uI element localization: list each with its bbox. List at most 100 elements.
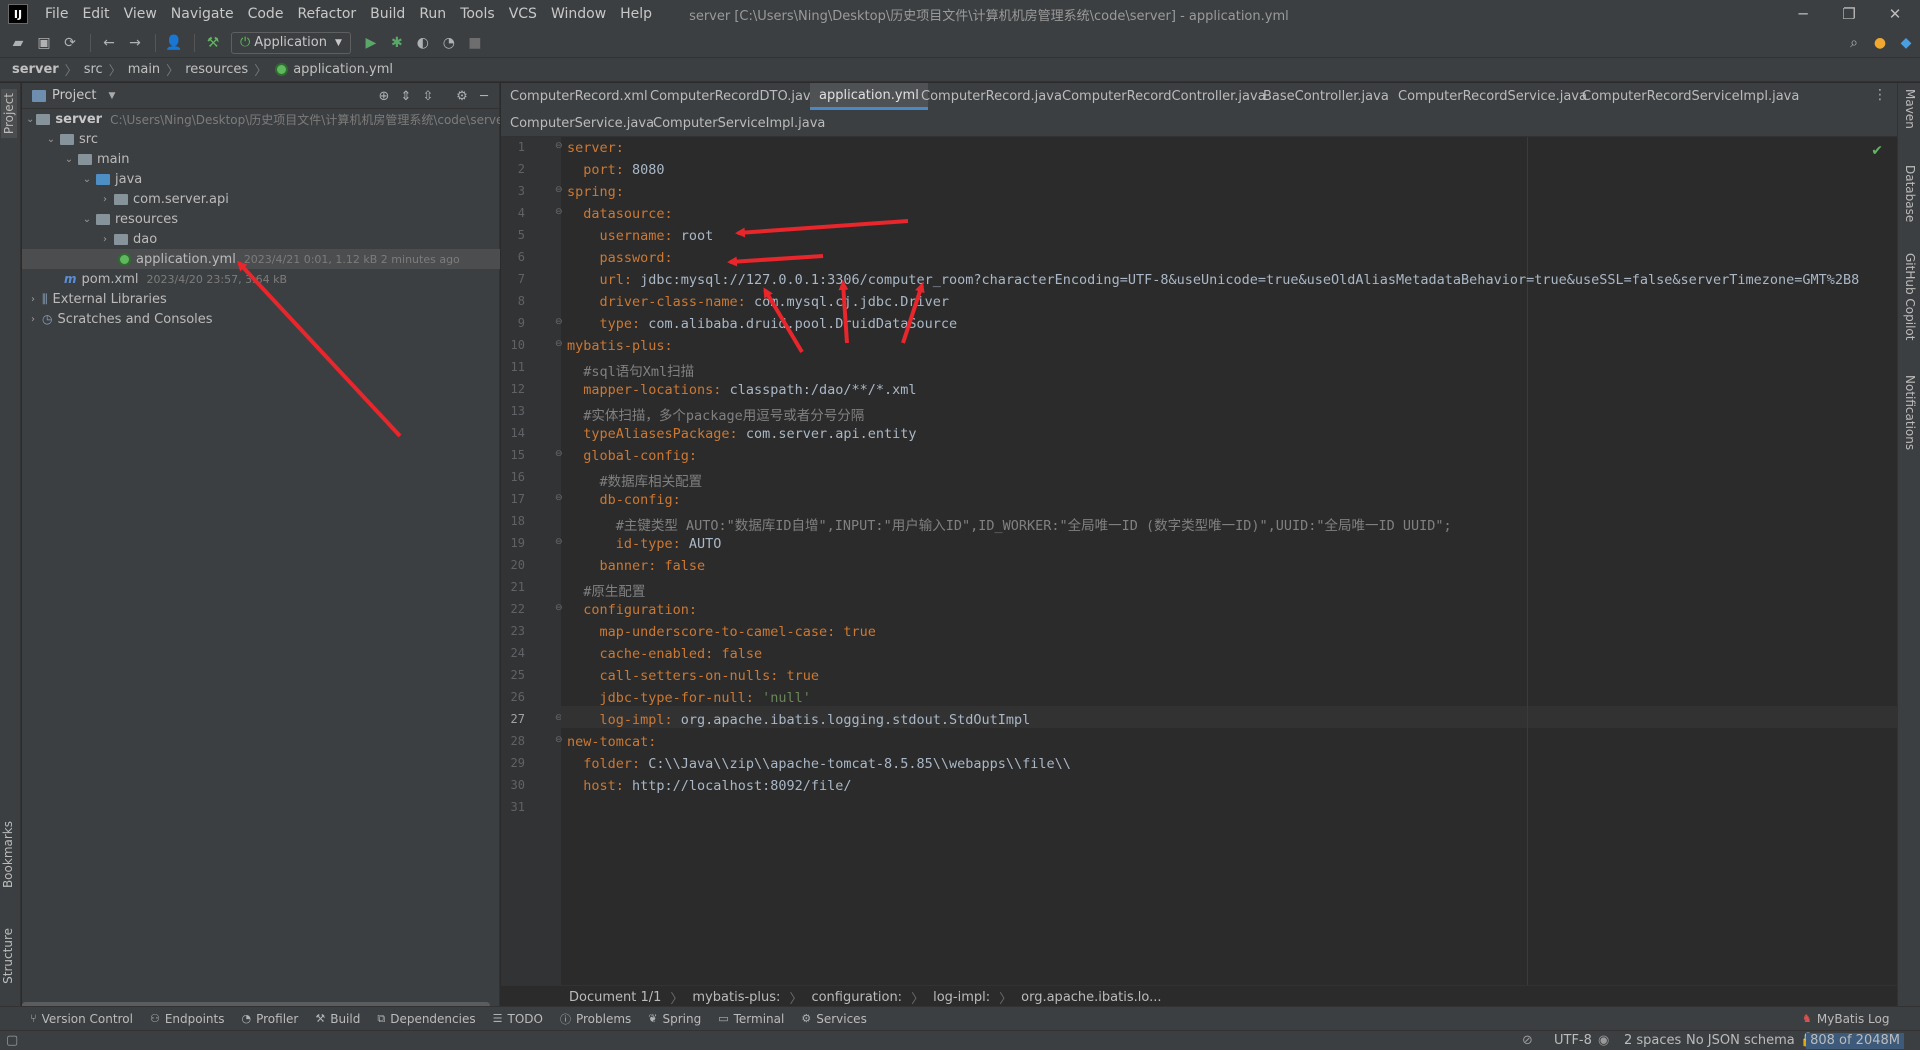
- mybatis-log-button[interactable]: ♞ MyBatis Log: [1802, 1012, 1889, 1026]
- project-tool-button[interactable]: Project: [1, 89, 17, 139]
- code-line[interactable]: db-config:: [567, 492, 681, 508]
- intellij-logo-icon[interactable]: IJ: [8, 4, 28, 24]
- minimize-button[interactable]: ─: [1780, 0, 1826, 28]
- code-line[interactable]: call-setters-on-nulls: true: [567, 668, 819, 684]
- code-line[interactable]: mybatis-plus:: [567, 338, 673, 354]
- gear-icon[interactable]: ⚙: [451, 86, 473, 106]
- code-line[interactable]: driver-class-name: com.mysql.cj.jdbc.Dri…: [567, 294, 950, 310]
- menu-code[interactable]: Code: [241, 0, 291, 28]
- chevron-down-icon[interactable]: ⌄: [44, 134, 58, 145]
- code-line[interactable]: id-type: AUTO: [567, 536, 722, 552]
- fold-marker-icon[interactable]: ⊖: [555, 185, 563, 195]
- tree-item-src[interactable]: ⌄ src: [22, 129, 500, 149]
- coverage-icon[interactable]: ◐: [411, 31, 435, 55]
- expand-all-icon[interactable]: ⇕: [395, 86, 417, 106]
- menu-run[interactable]: Run: [412, 0, 453, 28]
- tab-computerrecord-java[interactable]: ComputerRecord.java: [912, 83, 1071, 110]
- open-folder-icon[interactable]: ▰: [6, 31, 30, 55]
- breadcrumb-main[interactable]: main: [128, 62, 160, 77]
- code-line[interactable]: banner: false: [567, 558, 706, 574]
- code-line[interactable]: log-impl: org.apache.ibatis.logging.stdo…: [567, 712, 1031, 728]
- code-line[interactable]: url: jdbc:mysql://127.0.0.1:3306/compute…: [567, 272, 1860, 288]
- fold-marker-icon[interactable]: ⊖: [555, 603, 563, 613]
- forward-arrow-icon[interactable]: →: [123, 31, 147, 55]
- code-line[interactable]: jdbc-type-for-null: 'null': [567, 690, 811, 706]
- todo-button[interactable]: ☰ TODO: [493, 1012, 543, 1026]
- run-icon[interactable]: ▶: [359, 31, 383, 55]
- fold-marker-icon[interactable]: ⊖: [555, 141, 563, 151]
- maven-tool-button[interactable]: Maven: [1903, 89, 1917, 129]
- fold-marker-icon[interactable]: ⊖: [555, 339, 563, 349]
- github-copilot-tool-button[interactable]: GitHub Copilot: [1903, 253, 1917, 340]
- tab-computerrecordserviceimpl-java[interactable]: ComputerRecordServiceImpl.java: [1573, 83, 1808, 110]
- tree-item-resources[interactable]: ⌄ resources: [22, 209, 500, 229]
- code-line[interactable]: username: root: [567, 228, 714, 244]
- code-line[interactable]: new-tomcat:: [567, 734, 656, 750]
- chevron-down-icon[interactable]: ⌄: [80, 174, 94, 185]
- menu-build[interactable]: Build: [363, 0, 412, 28]
- no-problems-check-icon[interactable]: ✔: [1871, 143, 1883, 159]
- fold-marker-icon[interactable]: ⊖: [555, 317, 563, 327]
- crumb-document[interactable]: Document 1/1: [569, 990, 661, 1005]
- menu-refactor[interactable]: Refactor: [290, 0, 363, 28]
- code-line[interactable]: type: com.alibaba.druid.pool.DruidDataSo…: [567, 316, 958, 332]
- code-line[interactable]: cache-enabled: false: [567, 646, 763, 662]
- crumb-mybatis-plus[interactable]: mybatis-plus:: [692, 990, 780, 1005]
- menu-window[interactable]: Window: [544, 0, 613, 28]
- dependencies-button[interactable]: ⧉ Dependencies: [377, 1012, 475, 1026]
- breadcrumb-resources[interactable]: resources: [185, 62, 248, 77]
- tree-item-server[interactable]: ⌄ server C:\Users\Ning\Desktop\历史项目文件\计算…: [22, 109, 500, 129]
- version-control-button[interactable]: ⑂ Version Control: [30, 1012, 133, 1026]
- memory-indicator[interactable]: 808 of 2048M: [1806, 1033, 1904, 1049]
- project-view-selector[interactable]: Project: [52, 88, 96, 103]
- code-line[interactable]: map-underscore-to-camel-case: true: [567, 624, 876, 640]
- tree-item-application-yml[interactable]: application.yml 2023/4/21 0:01, 1.12 kB …: [22, 249, 500, 269]
- code-line[interactable]: password:: [567, 250, 673, 266]
- menu-edit[interactable]: Edit: [75, 0, 116, 28]
- tree-item-dao[interactable]: › dao: [22, 229, 500, 249]
- chevron-right-icon[interactable]: ›: [98, 194, 112, 205]
- database-tool-button[interactable]: Database: [1903, 165, 1917, 222]
- code-line[interactable]: #主键类型 AUTO:"数据库ID自增",INPUT:"用户输入ID",ID_W…: [567, 514, 1452, 534]
- menu-navigate[interactable]: Navigate: [164, 0, 241, 28]
- build-button[interactable]: ⚒ Build: [315, 1012, 360, 1026]
- breadcrumb-src[interactable]: src: [84, 62, 103, 77]
- tab-computerrecorddto-java[interactable]: ComputerRecordDTO.java: [641, 83, 828, 110]
- code-line[interactable]: port: 8080: [567, 162, 664, 178]
- tab-computerserviceimpl-java[interactable]: ComputerServiceImpl.java: [644, 110, 834, 137]
- code-line[interactable]: folder: C:\\Java\\zip\\apache-tomcat-8.5…: [567, 756, 1071, 772]
- code-line[interactable]: typeAliasesPackage: com.server.api.entit…: [567, 426, 916, 442]
- fold-marker-icon[interactable]: ⊖: [555, 735, 563, 745]
- hidden-icon[interactable]: ⊘: [1522, 1033, 1533, 1048]
- stop-icon[interactable]: ■: [463, 31, 487, 55]
- crumb-value[interactable]: org.apache.ibatis.lo...: [1021, 990, 1161, 1005]
- tree-item-pom-xml[interactable]: m pom.xml 2023/4/20 23:57, 3.64 kB: [22, 269, 500, 289]
- save-all-icon[interactable]: ▣: [32, 31, 56, 55]
- bookmarks-tool-button[interactable]: Bookmarks: [1, 821, 15, 888]
- code-line[interactable]: mapper-locations: classpath:/dao/**/*.xm…: [567, 382, 916, 398]
- synchronize-icon[interactable]: ⟳: [58, 31, 82, 55]
- menu-vcs[interactable]: VCS: [502, 0, 544, 28]
- spring-button[interactable]: ❦ Spring: [648, 1012, 701, 1026]
- fold-marker-icon[interactable]: ⊖: [555, 449, 563, 459]
- tab-computerrecord-xml[interactable]: ComputerRecord.xml: [501, 83, 657, 110]
- chevron-down-icon[interactable]: ▼: [108, 91, 115, 101]
- code-line[interactable]: #sql语句Xml扫描: [567, 360, 694, 380]
- locate-file-icon[interactable]: ⊕: [373, 86, 395, 106]
- tab-computerrecordservice-java[interactable]: ComputerRecordService.java: [1389, 83, 1596, 110]
- chevron-right-icon[interactable]: ›: [98, 234, 112, 245]
- code-line[interactable]: global-config:: [567, 448, 697, 464]
- menu-tools[interactable]: Tools: [453, 0, 502, 28]
- tree-item-com-server-api[interactable]: › com.server.api: [22, 189, 500, 209]
- code-line[interactable]: spring:: [567, 184, 624, 200]
- tab-computerrecordcontroller-java[interactable]: ComputerRecordController.java: [1053, 83, 1275, 110]
- tree-item-java[interactable]: ⌄ java: [22, 169, 500, 189]
- update-icon[interactable]: ●: [1868, 31, 1892, 55]
- endpoints-button[interactable]: ⚇ Endpoints: [150, 1012, 225, 1026]
- chevron-down-icon[interactable]: ⌄: [80, 214, 94, 225]
- collapse-all-icon[interactable]: ⇳: [417, 86, 439, 106]
- back-arrow-icon[interactable]: ←: [97, 31, 121, 55]
- code-line[interactable]: #原生配置: [567, 580, 645, 600]
- tree-item-main[interactable]: ⌄ main: [22, 149, 500, 169]
- search-icon[interactable]: ⌕: [1842, 31, 1866, 55]
